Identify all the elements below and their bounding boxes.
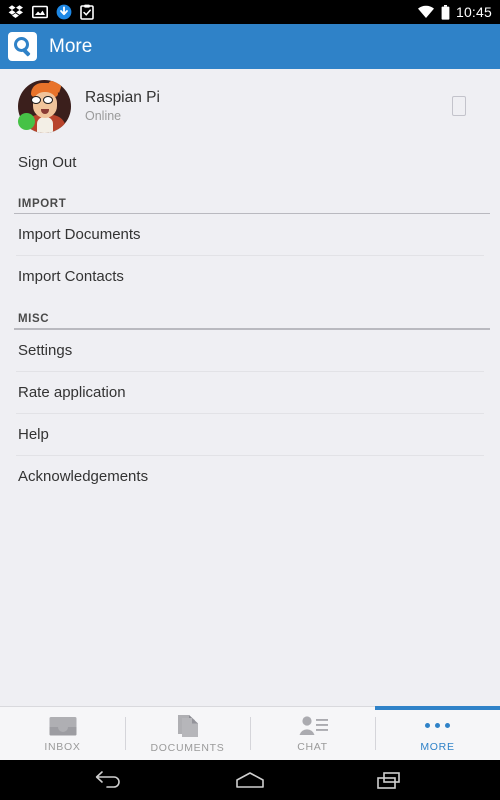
more-menu-content: Raspian Pi Online Sign Out IMPORT Import…: [0, 69, 500, 706]
more-dots-icon: [425, 715, 450, 737]
wifi-icon: [417, 5, 434, 18]
profile-text: Raspian Pi Online: [85, 88, 452, 125]
profile-status: Online: [85, 108, 122, 123]
clipboard-icon: [80, 4, 94, 20]
bottom-tab-bar: INBOX DOCUMENTS CHAT MORE: [0, 706, 500, 760]
online-status-dot: [18, 112, 35, 130]
tab-label-more: MORE: [420, 740, 455, 753]
documents-icon: [177, 714, 198, 737]
edit-placeholder-icon[interactable]: [452, 96, 466, 116]
tab-more[interactable]: MORE: [375, 706, 500, 760]
back-button[interactable]: [94, 769, 124, 791]
android-navigation-bar: [0, 760, 500, 800]
home-button[interactable]: [234, 769, 266, 791]
logo-tail: [21, 47, 31, 57]
section-header-misc: MISC: [18, 313, 50, 326]
active-tab-indicator: [375, 706, 500, 710]
android-screen: 10:45 More Raspian Pi Online Sign Out IM…: [0, 0, 500, 800]
menu-item-import-documents[interactable]: Import Documents: [0, 214, 500, 255]
inbox-tray-icon: [49, 716, 76, 735]
status-bar-clock: 10:45: [455, 4, 492, 20]
screenshot-icon: [32, 5, 48, 19]
tab-inbox[interactable]: INBOX: [0, 707, 125, 760]
profile-row[interactable]: Raspian Pi Online: [0, 69, 500, 143]
app-logo-icon[interactable]: [8, 32, 37, 61]
profile-name: Raspian Pi: [85, 88, 160, 106]
avatar-glasses: [31, 95, 59, 104]
menu-item-settings[interactable]: Settings: [0, 330, 500, 371]
status-bar-system-icons: 10:45: [417, 4, 492, 20]
dropbox-icon: [8, 5, 23, 18]
recents-button[interactable]: [376, 769, 406, 791]
contact-card-icon: [299, 715, 328, 735]
avatar[interactable]: [18, 79, 71, 133]
sign-out-row[interactable]: Sign Out: [0, 143, 500, 182]
tab-label-inbox: INBOX: [44, 740, 81, 753]
status-bar: 10:45: [0, 0, 500, 24]
section-header-import: IMPORT: [18, 198, 67, 210]
status-bar-notification-icons: [8, 4, 417, 20]
download-icon: [56, 4, 72, 20]
menu-item-help[interactable]: Help: [0, 414, 500, 455]
app-bar: More: [0, 24, 500, 69]
tab-label-chat: CHAT: [297, 740, 328, 753]
tab-label-documents: DOCUMENTS: [150, 741, 225, 754]
tab-chat[interactable]: CHAT: [250, 707, 375, 760]
menu-item-acknowledgements[interactable]: Acknowledgements: [0, 456, 500, 497]
battery-icon: [441, 4, 450, 20]
tab-documents[interactable]: DOCUMENTS: [125, 707, 250, 760]
page-title: More: [49, 35, 93, 57]
menu-item-rate-application[interactable]: Rate application: [0, 372, 500, 413]
menu-item-import-contacts[interactable]: Import Contacts: [0, 256, 500, 297]
